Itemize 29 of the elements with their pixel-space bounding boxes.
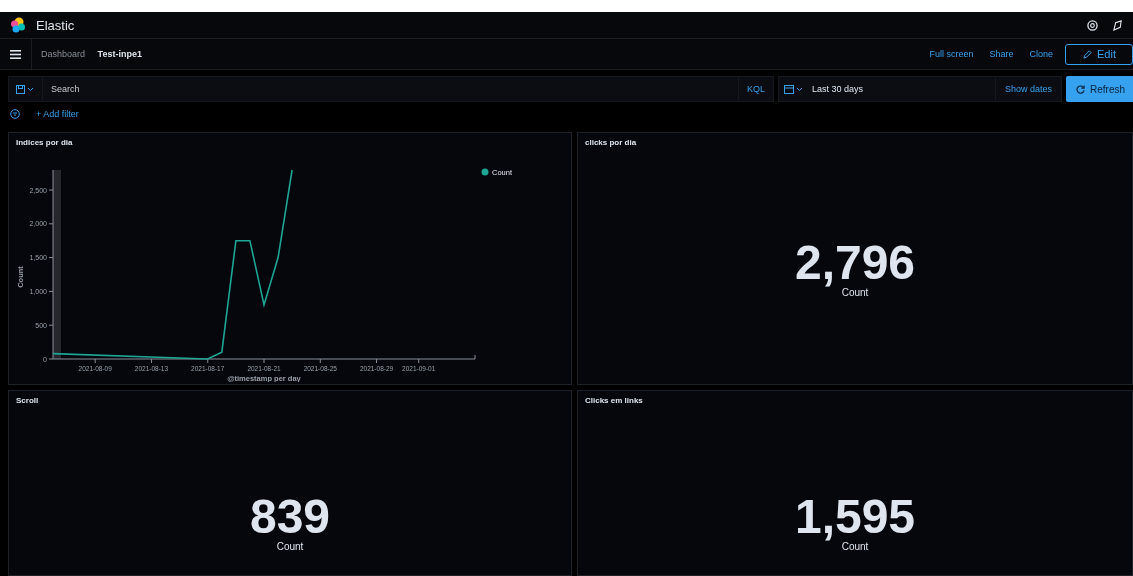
add-filter-link[interactable]: + Add filter — [28, 109, 79, 119]
calendar-icon[interactable] — [784, 84, 804, 94]
time-range[interactable]: Last 30 days — [812, 84, 995, 94]
panel-title: Indices por dia — [15, 137, 74, 149]
refresh-button[interactable]: Refresh — [1066, 76, 1133, 102]
breadcrumb: Test-inpe1 — [96, 49, 143, 59]
search-bar[interactable]: Search KQL — [8, 76, 774, 102]
help-icon[interactable] — [1087, 19, 1098, 31]
metric-label: Count — [841, 541, 869, 552]
panel-title: clicks por dia — [584, 137, 638, 149]
refresh-icon — [1076, 84, 1085, 94]
app-title: Elastic — [36, 17, 76, 33]
edit-button[interactable]: Edit — [1065, 43, 1133, 65]
metric-value: 839 — [249, 493, 331, 541]
pencil-icon — [1083, 49, 1092, 59]
metric-label: Count — [841, 286, 869, 298]
newsfeed-icon[interactable] — [1112, 19, 1123, 31]
header-link[interactable]: Clone — [1021, 49, 1061, 59]
menu-icon[interactable] — [10, 49, 21, 59]
panel-title: Clicks em links — [584, 395, 644, 407]
header-link[interactable]: Share — [981, 49, 1022, 59]
metric-label: Count — [276, 541, 304, 552]
saved-query-icon[interactable] — [16, 84, 34, 94]
metric-value: 2,796 — [794, 238, 916, 287]
panel-title: Scroll — [15, 395, 40, 407]
header-link[interactable]: Full screen — [921, 49, 982, 59]
breadcrumb[interactable]: Dashboard — [36, 49, 91, 59]
logo-icon[interactable] — [10, 17, 26, 33]
filter-icon[interactable] — [10, 109, 20, 119]
